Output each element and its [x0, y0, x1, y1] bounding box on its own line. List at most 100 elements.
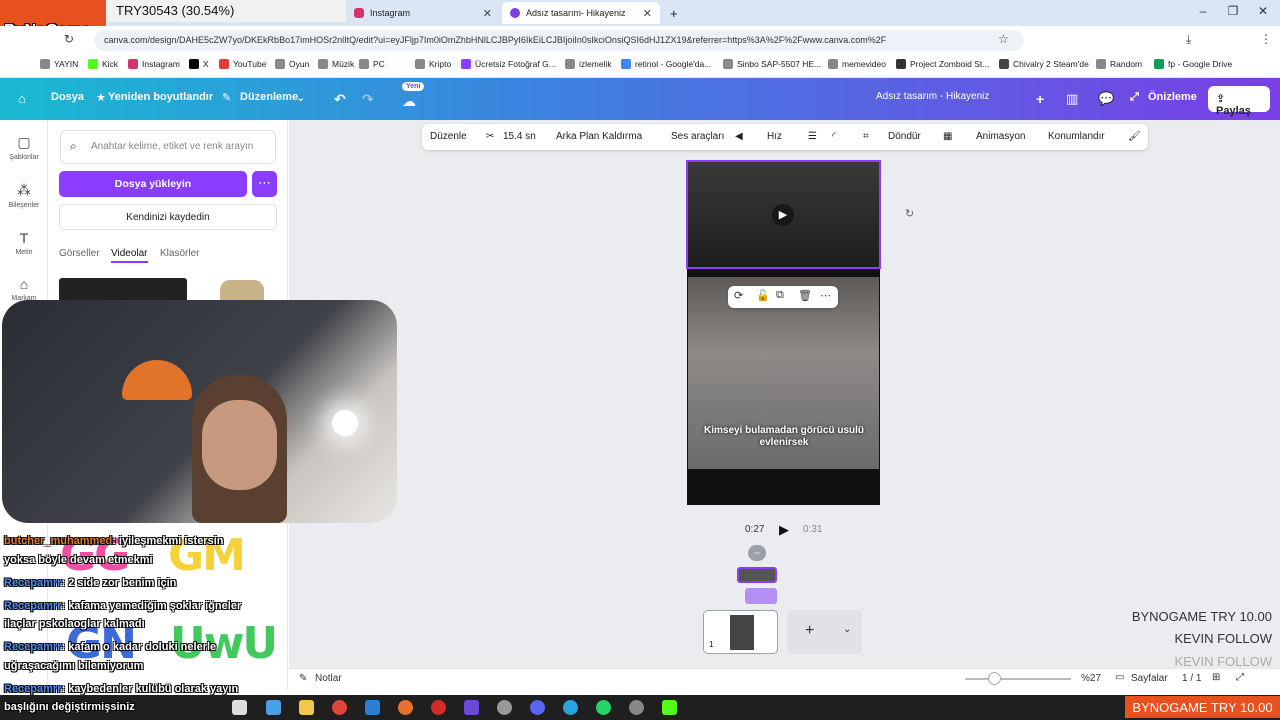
close-tab-icon[interactable]: ✕ [483, 7, 492, 20]
bookmark-item[interactable]: X [189, 59, 209, 69]
bookmark-item[interactable]: Kick [88, 59, 118, 69]
bookmark-item[interactable]: retinol - Google'da... [621, 59, 711, 69]
resize-button[interactable]: Yeniden boyutlandır [108, 91, 213, 103]
zoom-slider-thumb[interactable] [988, 672, 1001, 685]
rail-text[interactable]: T Metin [0, 230, 48, 256]
tab-instagram[interactable]: Instagram ✕ [346, 2, 500, 24]
bookmark-star-icon[interactable]: ☆ [998, 32, 1009, 46]
undo-icon[interactable]: ↶ [334, 91, 346, 108]
maximize-icon[interactable]: ❐ [1218, 4, 1248, 18]
cloud-saved-icon[interactable]: ☁ [402, 93, 416, 110]
zoom-slider[interactable] [965, 678, 1071, 680]
design-title[interactable]: Adsız tasarım - Hikayeniz [876, 91, 989, 102]
notes-button[interactable]: Notlar [315, 673, 342, 684]
rail-templates[interactable]: ▢ Şablonlar [0, 134, 48, 161]
bg-remover-button[interactable]: Arka Plan Kaldırma [556, 131, 642, 142]
tab-folders[interactable]: Klasörler [160, 248, 199, 259]
animate-button[interactable]: Animasyon [976, 131, 1025, 142]
bookmark-item[interactable]: Instagram [128, 59, 180, 69]
speed-button[interactable]: Hız [767, 131, 782, 142]
firefox-icon[interactable] [398, 700, 413, 715]
folder-icon[interactable] [299, 700, 314, 715]
more-options-button[interactable]: ⋯ [252, 171, 277, 197]
more-icon[interactable]: ⋯ [820, 289, 831, 302]
discord-icon[interactable] [530, 700, 545, 715]
play-button[interactable]: ▶ [779, 522, 789, 538]
mail-icon[interactable] [365, 700, 380, 715]
video-thumbnail[interactable] [220, 280, 264, 302]
chevron-down-icon[interactable]: ⌄ [296, 91, 305, 104]
transparency-icon[interactable]: ▦ [943, 131, 952, 142]
search-input[interactable]: Anahtar kelime, etiket ve renk arayın [60, 130, 276, 164]
kick-icon[interactable] [662, 700, 677, 715]
add-page-button[interactable]: + ⌄ [787, 610, 862, 654]
page-thumbnail[interactable]: 1 [703, 610, 778, 654]
lines-icon[interactable]: ☰ [808, 131, 817, 142]
expand-timeline-icon[interactable]: ⇔ [748, 545, 766, 561]
app-icon[interactable] [266, 700, 281, 715]
comment-icon[interactable]: 💬 [1098, 91, 1114, 107]
audio-tools-button[interactable]: Ses araçları [671, 131, 724, 142]
fullscreen-icon[interactable]: ⤢ [1236, 672, 1244, 683]
volume-icon[interactable]: ◀ [735, 131, 743, 142]
chrome-icon[interactable] [629, 700, 644, 715]
task-view-icon[interactable] [232, 700, 247, 715]
refresh-icon[interactable]: ⟳ [734, 289, 743, 302]
lock-icon[interactable]: 🔓 [756, 289, 770, 302]
present-button[interactable]: Önizleme [1148, 91, 1197, 103]
rotate-handle-icon[interactable]: ↻ [905, 207, 914, 220]
record-yourself-button[interactable]: Kendinizi kaydedin [59, 204, 277, 230]
timeline-clip[interactable] [745, 588, 777, 604]
position-button[interactable]: Konumlandır [1048, 131, 1105, 142]
url-input[interactable]: canva.com/design/DAHE5cZW7yo/DKEkRbBo17i… [94, 30, 1024, 51]
bookmark-item[interactable]: fp - Google Drive [1154, 59, 1232, 69]
bookmark-item[interactable]: Sinbo SAP-5507 HE... [723, 59, 821, 69]
bookmark-item[interactable]: PC [359, 59, 385, 69]
telegram-icon[interactable] [563, 700, 578, 715]
video-thumbnail[interactable] [59, 278, 187, 302]
close-tab-icon[interactable]: ✕ [643, 7, 652, 20]
trim-duration[interactable]: 15.4 sn [503, 131, 536, 142]
bookmark-item[interactable]: YAYIN [40, 59, 78, 69]
new-tab-button[interactable]: + [662, 2, 682, 24]
bookmark-item[interactable]: memevideo [828, 59, 886, 69]
upload-button[interactable]: Dosya yükleyin [59, 171, 247, 197]
bookmark-item[interactable]: Ücretsiz Fotoğraf G... [461, 59, 556, 69]
obs-icon[interactable] [497, 700, 512, 715]
crop-icon[interactable]: ⌗ [863, 131, 869, 142]
redo-icon[interactable]: ↷ [362, 91, 374, 108]
rail-brand[interactable]: ⌂ Markam [0, 276, 48, 302]
edit-button[interactable]: Düzenle [430, 131, 467, 142]
share-button[interactable]: ⇪ Paylaş [1208, 86, 1270, 117]
chrome-icon[interactable] [332, 700, 347, 715]
reload-icon[interactable]: ↻ [64, 32, 74, 46]
close-window-icon[interactable]: ✕ [1248, 4, 1278, 18]
bookmark-item[interactable]: Müzik [318, 59, 354, 69]
bookmark-item[interactable]: izlemelik [565, 59, 612, 69]
add-collaborator-icon[interactable]: + [1036, 91, 1044, 107]
bookmark-item[interactable]: Chivalry 2 Steam'de [999, 59, 1089, 69]
rotate-button[interactable]: Döndür [888, 131, 921, 142]
editing-mode-dropdown[interactable]: Düzenleme [240, 91, 298, 103]
pages-button[interactable]: Sayfalar [1131, 673, 1168, 684]
timeline-clip[interactable] [737, 567, 777, 583]
app-icon[interactable] [464, 700, 479, 715]
grid-view-icon[interactable]: ⊞ [1212, 672, 1220, 683]
zoom-level[interactable]: %27 [1081, 673, 1101, 684]
minimize-icon[interactable]: – [1188, 4, 1218, 18]
bookmark-item[interactable]: Project Zomboid St... [896, 59, 989, 69]
rail-elements[interactable]: ⁂ Bileşenler [0, 182, 48, 209]
file-menu[interactable]: Dosya [51, 91, 84, 103]
whatsapp-icon[interactable] [596, 700, 611, 715]
download-icon[interactable]: ⤓ [1186, 32, 1191, 47]
bookmark-item[interactable]: Kripto [415, 59, 451, 69]
bookmark-item[interactable]: Random [1096, 59, 1142, 69]
play-icon[interactable]: ▶ [772, 204, 794, 226]
delete-icon[interactable]: 🗑 [798, 289, 812, 302]
menu-icon[interactable]: ⋮ [1260, 32, 1272, 46]
paint-format-icon[interactable]: 🖌 [1128, 131, 1141, 142]
tab-images[interactable]: Görseller [59, 248, 100, 259]
duplicate-icon[interactable]: ⧉ [776, 289, 784, 302]
tab-videos[interactable]: Videolar [111, 248, 148, 263]
corner-icon[interactable]: ◜ [832, 131, 836, 142]
